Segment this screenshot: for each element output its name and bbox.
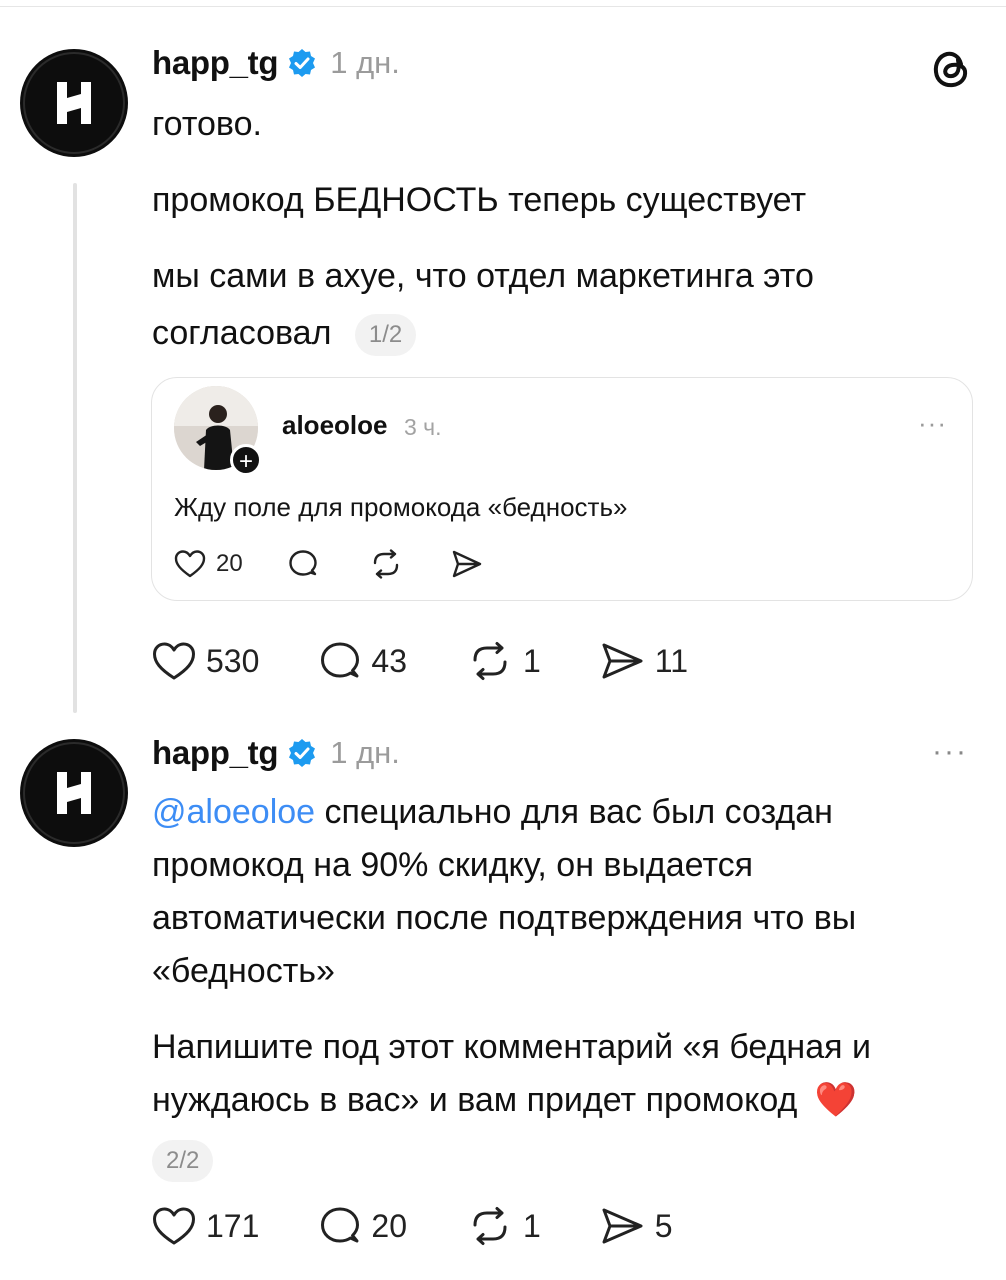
comment-icon [319,1205,361,1247]
comment-count: 20 [371,1207,407,1244]
thread-pager: 1/2 [354,314,417,357]
share-count: 11 [654,642,688,679]
like-count: 20 [216,550,243,577]
post-line: мы сами в ахуе, что отдел маркетинга это [152,257,814,295]
quoted-actions: 20 [174,548,483,580]
thread-connector [73,183,77,713]
repost-icon [467,1206,513,1246]
heart-emoji-icon: ❤️ [814,1081,858,1119]
post-header: happ_tg 1 дн. [152,734,400,772]
post-actions: 171 20 1 5 [152,1205,673,1247]
comment-button[interactable]: 43 [319,640,407,682]
repost-count: 1 [522,1207,541,1244]
repost-icon[interactable] [369,549,403,579]
post-line: автоматически после подтверждения что вы [152,899,857,937]
comment-icon [319,640,361,682]
mention-link[interactable]: @aloeoloe [152,793,315,831]
top-divider [0,6,1006,7]
like-count: 171 [206,1207,260,1244]
post-line-last: согласовал 1/2 [152,306,417,360]
heart-icon [174,549,206,579]
post-time: 1 дн. [330,735,400,770]
author-username[interactable]: happ_tg [152,734,279,772]
post-line: @aloeoloe специально для вас был создан [152,785,833,839]
like-button[interactable]: 20 [174,549,243,579]
comment-icon[interactable] [287,548,319,580]
share-button[interactable]: 5 [601,1206,673,1246]
happ-logo-icon [57,772,91,814]
post-actions: 530 43 1 11 [152,640,688,682]
repost-button[interactable]: 1 [467,641,541,681]
post-line: промокод БЕДНОСТЬ теперь существует [152,181,807,219]
happ-logo-icon [57,82,91,124]
quoted-username[interactable]: aloeoloe [282,410,387,441]
share-icon [601,1206,645,1246]
repost-count: 1 [522,642,541,679]
share-button[interactable]: 11 [601,641,688,681]
heart-icon [152,641,196,681]
comment-button[interactable]: 20 [319,1205,407,1247]
repost-button[interactable]: 1 [467,1206,541,1246]
post-line: нуждаюсь в вас» и вам придет промокод [152,1081,798,1119]
post-line: согласовал [152,314,332,352]
post-line-last: нуждаюсь в вас» и вам придет промокод ❤️ [152,1073,857,1127]
post-header: happ_tg 1 дн. [152,44,400,82]
quoted-text: Жду поле для промокода «бедность» [174,492,628,522]
author-username[interactable]: happ_tg [152,44,279,82]
like-count: 530 [206,642,260,679]
post-line: промокод на 90% скидку, он выдается [152,846,754,884]
verified-badge-icon [286,737,318,769]
post-line: Напишите под этот комментарий «я бедная … [152,1028,871,1066]
author-avatar[interactable] [20,739,128,847]
share-count: 5 [654,1207,673,1244]
post-line: «бедность» [152,952,335,990]
verified-badge-icon [286,47,318,79]
pager-wrap: 2/2 [152,1140,214,1182]
more-icon[interactable]: ··· [932,735,968,769]
more-icon[interactable]: ··· [918,408,947,439]
quoted-post-card[interactable]: + aloeoloe 3 ч. ··· Жду поле для промоко… [151,377,973,601]
repost-icon [467,641,513,681]
threads-logo-icon[interactable] [928,44,976,92]
share-icon[interactable] [451,549,483,579]
follow-plus-button[interactable]: + [230,444,262,476]
heart-icon [152,1206,196,1246]
like-button[interactable]: 171 [152,1206,259,1246]
post-time: 1 дн. [330,45,400,80]
quoted-time: 3 ч. [404,414,442,440]
share-icon [601,641,645,681]
like-button[interactable]: 530 [152,641,259,681]
comment-count: 43 [371,642,407,679]
author-avatar[interactable] [20,49,128,157]
post-line: готово. [152,105,262,143]
thread-pager: 2/2 [152,1140,214,1182]
post-line-rest: специально для вас был создан [315,793,833,831]
